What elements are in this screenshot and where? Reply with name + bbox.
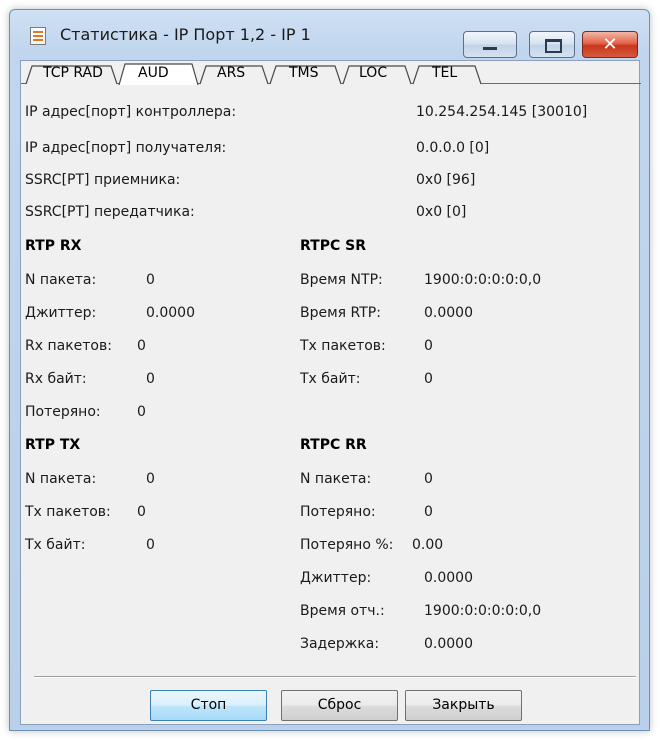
stat-value: 0 — [146, 537, 155, 553]
stat-label: Потеряно: — [25, 404, 101, 420]
stat-label: Время NTP: — [300, 272, 383, 288]
info-value: 0x0 [0] — [416, 204, 467, 220]
info-label: SSRC[PT] приемника: — [25, 172, 181, 188]
stat-label: N пакета: — [25, 272, 97, 288]
maximize-icon — [545, 39, 562, 53]
stat-value: 0.0000 — [146, 305, 195, 321]
stat-value: 0 — [424, 338, 433, 354]
stop-button[interactable]: Стоп — [150, 690, 267, 721]
stat-label: Rx байт: — [25, 371, 87, 387]
stat-label: Tx байт: — [25, 537, 86, 553]
section-title: RTPC SR — [300, 238, 366, 254]
close-icon: ✕ — [602, 34, 618, 55]
stat-value: 0 — [137, 338, 146, 354]
stat-value: 0 — [146, 471, 155, 487]
tab-aud[interactable]: AUD — [138, 65, 169, 81]
section-title: RTP RX — [25, 238, 82, 254]
stat-label: Потеряно %: — [300, 537, 394, 553]
stat-label: Rx пакетов: — [25, 338, 112, 354]
stat-label: Время отч.: — [300, 603, 385, 619]
info-value: 0.0.0.0 [0] — [416, 140, 490, 156]
stat-label: N пакета: — [300, 471, 372, 487]
stat-value: 0 — [424, 504, 433, 520]
stat-label: Джиттер: — [25, 305, 97, 321]
stat-value: 0.0000 — [424, 305, 473, 321]
stat-label: Потеряно: — [300, 504, 376, 520]
stat-label: N пакета: — [25, 471, 97, 487]
section-title: RTP TX — [25, 437, 81, 453]
info-value: 0x0 [96] — [416, 172, 476, 188]
stat-label: Tx пакетов: — [300, 338, 386, 354]
info-label: IP адрес[порт] получателя: — [25, 140, 227, 156]
title-bar[interactable]: Статистика - IP Порт 1,2 - IP 1 ✕ — [10, 10, 649, 60]
window-title: Статистика - IP Порт 1,2 - IP 1 — [60, 25, 311, 44]
stat-value: 1900:0:0:0:0:0,0 — [424, 272, 542, 288]
close-button[interactable]: Закрыть — [405, 690, 522, 721]
stat-value: 0 — [146, 272, 155, 288]
stat-label: Задержка: — [300, 636, 380, 652]
tab-loc[interactable]: LOC — [359, 65, 387, 81]
tab-tcp-rad[interactable]: TCP RAD — [43, 65, 103, 81]
section-title: RTPC RR — [300, 437, 367, 453]
stat-value: 0.0000 — [424, 570, 473, 586]
stat-value: 0.00 — [412, 537, 444, 553]
minimize-icon — [483, 47, 497, 50]
stat-value: 0.0000 — [424, 636, 473, 652]
info-label: IP адрес[порт] контроллера: — [25, 104, 237, 120]
footer-separator — [34, 676, 636, 678]
stat-value: 1900:0:0:0:0:0,0 — [424, 603, 542, 619]
app-icon — [30, 27, 46, 45]
stat-value: 0 — [137, 504, 146, 520]
stat-value: 0 — [146, 371, 155, 387]
tab-ars[interactable]: ARS — [217, 65, 245, 81]
tab-strip: TCP RAD AUD ARS TMS LOC TEL — [21, 61, 641, 85]
stat-value: 0 — [424, 471, 433, 487]
reset-button[interactable]: Сброс — [281, 690, 398, 721]
stat-label: Tx байт: — [300, 371, 361, 387]
stat-label: Джиттер: — [300, 570, 372, 586]
maximize-button[interactable] — [529, 31, 575, 58]
stat-label: Tx пакетов: — [25, 504, 111, 520]
stat-value: 0 — [137, 404, 146, 420]
dialog-client-area: TCP RAD AUD ARS TMS LOC TEL — [20, 60, 641, 725]
tab-outline — [21, 63, 641, 85]
info-value: 10.254.254.145 [30010] — [416, 104, 588, 120]
stat-value: 0 — [424, 371, 433, 387]
stat-label: Время RTP: — [300, 305, 381, 321]
close-window-button[interactable]: ✕ — [582, 31, 638, 58]
info-label: SSRC[PT] передатчика: — [25, 204, 195, 220]
tab-tms[interactable]: TMS — [289, 65, 319, 81]
tab-tel[interactable]: TEL — [432, 65, 457, 81]
minimize-button[interactable] — [463, 31, 517, 58]
